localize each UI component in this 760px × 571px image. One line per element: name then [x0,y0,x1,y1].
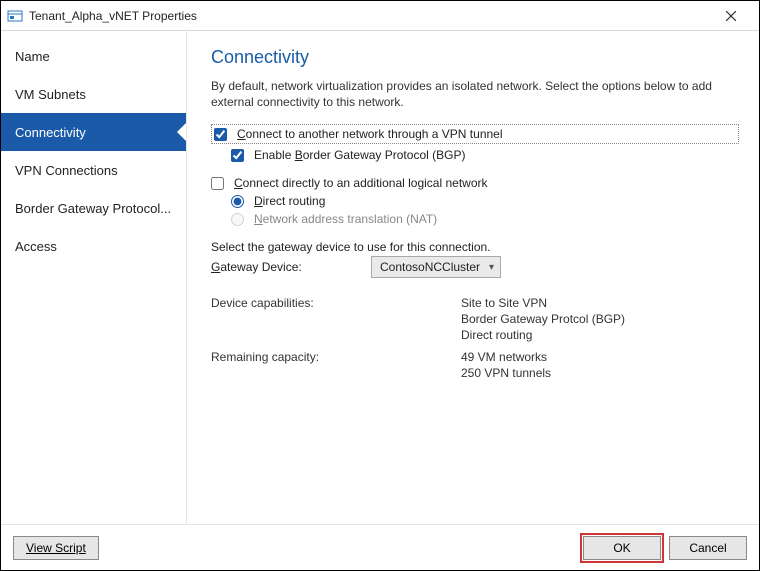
close-button[interactable] [711,2,751,30]
close-icon [726,11,736,21]
properties-dialog: Tenant_Alpha_vNET Properties Name VM Sub… [0,0,760,571]
vpn-tunnel-checkbox[interactable] [214,128,227,141]
sidebar: Name VM Subnets Connectivity VPN Connect… [1,31,187,524]
nat-radio[interactable] [231,213,244,226]
ok-label: OK [613,541,630,555]
gateway-device-value: ContosoNCCluster [380,260,480,274]
main-panel: Connectivity By default, network virtual… [187,31,759,524]
gateway-prompt: Select the gateway device to use for thi… [211,240,739,254]
direct-routing-option[interactable]: Direct routing [231,194,739,208]
direct-logical-option[interactable]: Connect directly to an additional logica… [211,176,739,190]
sidebar-item-name[interactable]: Name [1,37,186,75]
gateway-row: Gateway Device: ContosoNCCluster ▾ [211,256,739,278]
remaining-value-1: 250 VPN tunnels [461,366,739,380]
direct-routing-radio[interactable] [231,195,244,208]
bgp-option[interactable]: Enable Border Gateway Protocol (BGP) [231,148,739,162]
sidebar-item-vpn-connections[interactable]: VPN Connections [1,151,186,189]
chevron-down-icon: ▾ [489,262,494,273]
sidebar-item-vm-subnets[interactable]: VM Subnets [1,75,186,113]
app-icon [7,8,23,24]
device-info: Device capabilities: Site to Site VPN Bo… [211,296,739,342]
window-title: Tenant_Alpha_vNET Properties [29,9,711,23]
direct-routing-label: Direct routing [254,194,325,208]
capabilities-label: Device capabilities: [211,296,461,310]
ok-button[interactable]: OK [583,536,661,560]
remaining-value-0: 49 VM networks [461,350,739,364]
nat-label: Network address translation (NAT) [254,212,437,226]
dialog-body: Name VM Subnets Connectivity VPN Connect… [1,31,759,524]
view-script-button[interactable]: View Script [13,536,99,560]
vpn-tunnel-option[interactable]: Connect to another network through a VPN… [211,124,739,144]
view-script-label: View Script [26,541,86,555]
capabilities-value-0: Site to Site VPN [461,296,739,310]
capabilities-value-2: Direct routing [461,328,739,342]
sidebar-item-bgp[interactable]: Border Gateway Protocol... [1,189,186,227]
sidebar-item-connectivity[interactable]: Connectivity [1,113,186,151]
cancel-label: Cancel [689,541,726,555]
dialog-footer: View Script OK Cancel [1,524,759,570]
gateway-label: Gateway Device: [211,260,361,274]
bgp-checkbox[interactable] [231,149,244,162]
sidebar-item-access[interactable]: Access [1,227,186,265]
vpn-tunnel-label: Connect to another network through a VPN… [237,127,503,141]
titlebar: Tenant_Alpha_vNET Properties [1,1,759,31]
capabilities-value-1: Border Gateway Protcol (BGP) [461,312,739,326]
remaining-label: Remaining capacity: [211,350,461,364]
direct-logical-label: Connect directly to an additional logica… [234,176,487,190]
remaining-info: Remaining capacity: 49 VM networks 250 V… [211,350,739,380]
bgp-label: Enable Border Gateway Protocol (BGP) [254,148,465,162]
direct-logical-checkbox[interactable] [211,177,224,190]
nat-option[interactable]: Network address translation (NAT) [231,212,739,226]
gateway-device-combo[interactable]: ContosoNCCluster ▾ [371,256,501,278]
cancel-button[interactable]: Cancel [669,536,747,560]
intro-text: By default, network virtualization provi… [211,78,739,110]
page-title: Connectivity [211,47,739,68]
